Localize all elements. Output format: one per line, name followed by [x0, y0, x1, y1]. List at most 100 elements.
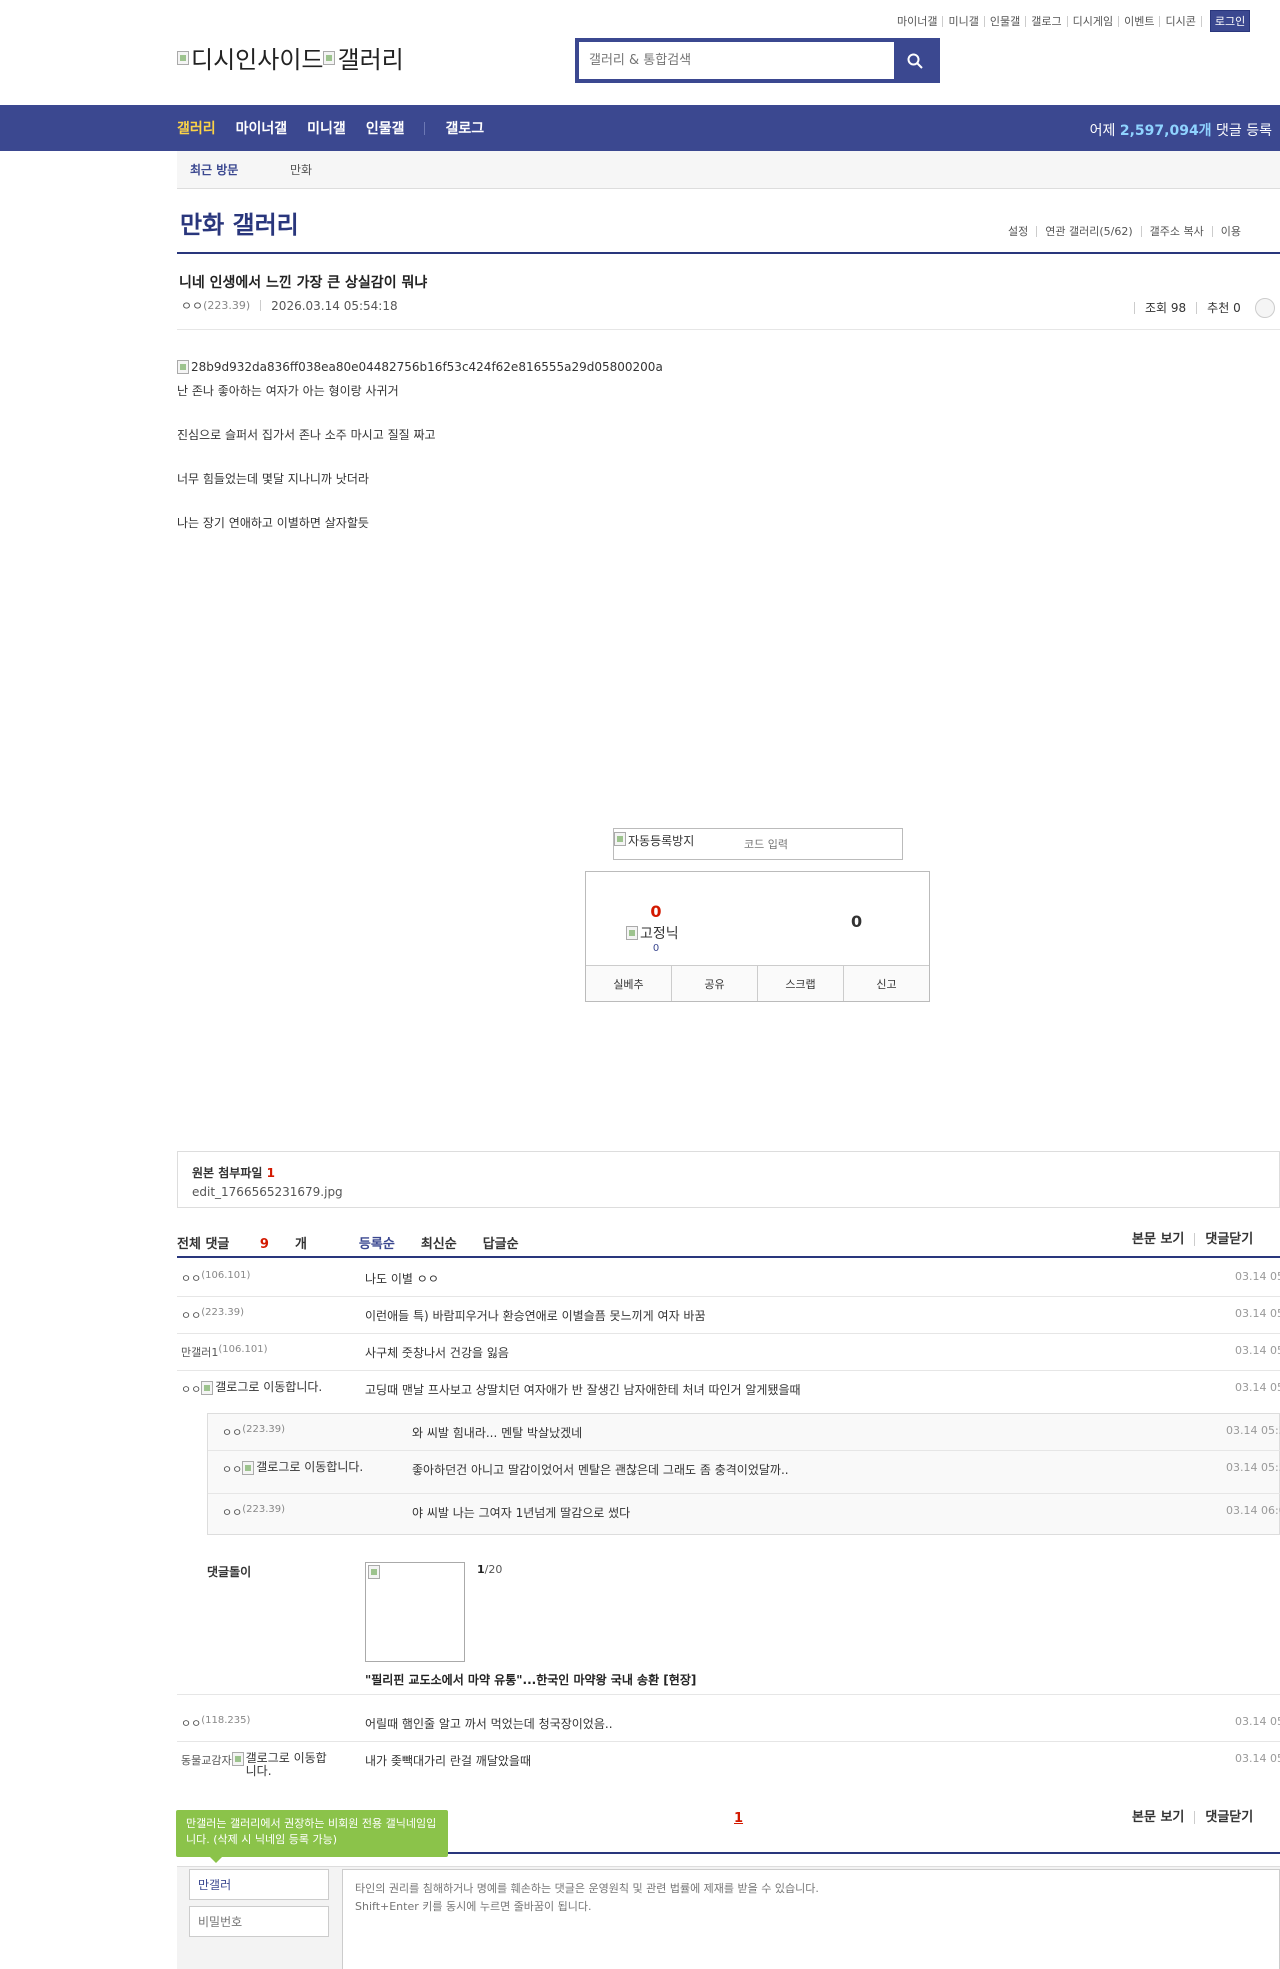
comment-dol-pager: 1/20: [477, 1563, 502, 1576]
password-input[interactable]: [189, 1906, 329, 1937]
comment-page-link[interactable]: 1: [734, 1811, 743, 1826]
reply-nick[interactable]: ㅇㅇ 갤로그로 이동합니다.: [222, 1461, 378, 1477]
recent-label[interactable]: 최근 방문: [177, 161, 290, 178]
comment-nick-name: ㅇㅇ: [181, 1717, 202, 1730]
comment-nick[interactable]: ㅇㅇ 갤로그로 이동합니다.: [181, 1381, 337, 1397]
comment-nick[interactable]: ㅇㅇ (106.101): [181, 1270, 250, 1286]
fixed-nick-count: 0: [652, 943, 660, 954]
top-links: 마이너갤 미니갤 인물갤 갤로그 디시게임 이벤트 디시콘 로그인: [892, 10, 1251, 32]
vote-box: 0 고정닉 0 0 실베추 공유 스크랩 신고: [585, 871, 930, 1002]
usage-link[interactable]: 이용: [1211, 226, 1249, 237]
comment-textarea[interactable]: [342, 1869, 1280, 1969]
view-post-button[interactable]: 본문 보기: [1122, 1811, 1194, 1824]
search-input[interactable]: [579, 42, 894, 79]
attachment-count: 1: [266, 1166, 275, 1180]
comment-dol-thumbnail[interactable]: [365, 1562, 465, 1662]
reply-text: 좋아하던건 아니고 딸감이었어서 멘탈은 괜찮은데 그래도 좀 충격이었달까..: [412, 1463, 789, 1477]
gallery-settings-link[interactable]: 설정: [1000, 226, 1036, 237]
comment-nick[interactable]: ㅇㅇ (118.235): [181, 1715, 250, 1731]
close-comments-button[interactable]: 댓글닫기: [1194, 1811, 1263, 1824]
post-datetime: 2026.03.14 05:54:18: [271, 298, 398, 313]
top-link-minor[interactable]: 마이너갤: [892, 15, 944, 27]
gallery-title[interactable]: 만화 갤러리: [180, 205, 299, 240]
captcha-input[interactable]: [744, 837, 864, 851]
count-value: 2,597,094개: [1119, 123, 1212, 139]
meta-divider: [260, 300, 262, 311]
comment-text: 어릴때 햄인줄 알고 까서 먹었는데 청국장이었음..: [365, 1717, 613, 1731]
reply-nick[interactable]: ㅇㅇ (223.39): [222, 1424, 285, 1440]
comment-date: 03.14 05: [1235, 1752, 1280, 1765]
attachment-label: 원본 첨부파일: [192, 1166, 263, 1180]
upvote-button[interactable]: 0 고정닉 0: [626, 902, 686, 954]
recent-visits: 최근 방문 만화: [177, 151, 1280, 189]
attachment-file-link[interactable]: edit_1766565231679.jpg: [192, 1185, 1265, 1199]
post-paragraph: 난 존나 좋아하는 여자가 아는 형이랑 사귀거: [177, 384, 399, 398]
reply-nick-name: ㅇㅇ: [222, 1463, 243, 1476]
downvote-count[interactable]: 0: [851, 912, 862, 931]
comment-dol-headline[interactable]: "필리핀 교도소에서 마약 유통"...한국인 마약왕 국내 송환 [현장]: [365, 1671, 696, 1688]
gnb-person[interactable]: 인물갤: [366, 118, 405, 138]
reply-row: ㅇㅇ (223.39) 와 씨발 힘내라... 멘탈 박살났겠네 03.14 05…: [208, 1414, 1280, 1451]
reply-row: ㅇㅇ 갤로그로 이동합니다. 좋아하던건 아니고 딸감이었어서 멘탈은 괜찮은데…: [208, 1451, 1280, 1494]
comment-nick[interactable]: 동물교감자 갤로그로 이동합니다.: [181, 1752, 328, 1778]
reply-nick-name: ㅇㅇ: [222, 1506, 243, 1519]
post-paragraph: 너무 힘들었는데 몇달 지나니까 낫더라: [177, 472, 369, 486]
gnb-gallog[interactable]: 갤로그: [445, 118, 484, 138]
site-logo[interactable]: 디시인사이드 갤러리: [177, 40, 404, 75]
gallog-link[interactable]: 갤로그로 이동합니다.: [231, 1752, 328, 1778]
broken-image-icon: [201, 1381, 214, 1395]
top-link-person[interactable]: 인물갤: [985, 15, 1027, 27]
top-link-gallog[interactable]: 갤로그: [1026, 15, 1068, 27]
comment-row: ㅇㅇ (118.235) 어릴때 햄인줄 알고 까서 먹었는데 청국장이었음.. …: [177, 1705, 1280, 1742]
gnb-mini[interactable]: 미니갤: [307, 118, 346, 138]
comment-nick[interactable]: 만갤러1 (106.101): [181, 1344, 268, 1360]
sort-registered[interactable]: 등록순: [359, 1233, 395, 1252]
top-link-dccon[interactable]: 디시콘: [1160, 15, 1202, 27]
login-button[interactable]: 로그인: [1209, 10, 1251, 32]
report-button[interactable]: 신고: [844, 966, 929, 1001]
reply-ip: (223.39): [242, 1504, 286, 1515]
scrap-button[interactable]: 스크랩: [758, 966, 844, 1001]
gnb-divider: [424, 121, 426, 135]
comment-nick-name: 만갤러1: [181, 1346, 219, 1359]
nickname-tooltip: 만갤러는 갤러리에서 권장하는 비회원 전용 갤닉네임입니다. (삭제 시 닉네…: [176, 1810, 448, 1863]
top-link-mini[interactable]: 미니갤: [943, 15, 985, 27]
top-link-event[interactable]: 이벤트: [1119, 15, 1161, 27]
nickname-input[interactable]: [189, 1869, 329, 1900]
reply-date: 03.14 06:0: [1226, 1504, 1280, 1517]
recent-item[interactable]: 만화: [290, 161, 312, 178]
reply-nick[interactable]: ㅇㅇ (223.39): [222, 1504, 285, 1520]
reply-date: 03.14 05:5: [1226, 1424, 1280, 1437]
sort-replies[interactable]: 답글순: [483, 1233, 519, 1252]
more-options-icon[interactable]: [1254, 298, 1275, 318]
post-paragraph: 진심으로 슬퍼서 집가서 존나 소주 마시고 질질 짜고: [177, 428, 436, 442]
post-image[interactable]: 28b9d932da836ff038ea80e04482756b16f53c42…: [177, 360, 663, 374]
post-author[interactable]: ㅇㅇ: [181, 297, 203, 314]
gnb-gallery[interactable]: 갤러리: [177, 118, 216, 138]
search-button[interactable]: [894, 42, 936, 79]
top-link-game[interactable]: 디시게임: [1068, 15, 1120, 27]
comment-dol-page: 1: [477, 1563, 485, 1576]
broken-image-icon: [368, 1565, 380, 1579]
related-gallery-link[interactable]: 연관 갤러리(5/62): [1036, 226, 1140, 237]
copy-address-link[interactable]: 갤주소 복사: [1140, 226, 1212, 237]
comment-total-count: 9: [259, 1237, 269, 1252]
gallog-link[interactable]: 갤로그로 이동합니다.: [201, 1381, 337, 1395]
comment-text: 이런애들 특) 바람피우거나 환승연애로 이별슬픔 못느끼게 여자 바꿈: [365, 1309, 706, 1323]
sort-latest[interactable]: 최신순: [421, 1233, 457, 1252]
gnb-minor[interactable]: 마이너갤: [236, 118, 288, 138]
comment-total: 전체 댓글 9 개: [177, 1233, 333, 1252]
gallog-link[interactable]: 갤로그로 이동합니다.: [242, 1461, 378, 1475]
fixed-nick-badge: 고정닉: [626, 923, 686, 943]
comment-write-box: [177, 1866, 1280, 1969]
comment-total-unit: 개: [294, 1237, 307, 1252]
comment-nick[interactable]: ㅇㅇ (223.39): [181, 1307, 244, 1323]
comments-header: 전체 댓글 9 개 등록순 최신순 답글순 본문 보기 댓글닫기: [177, 1233, 1280, 1258]
close-comments-button[interactable]: 댓글닫기: [1194, 1233, 1263, 1246]
post-recommend: 추천 0: [1196, 302, 1251, 314]
comment-nick-name: 동물교감자: [181, 1754, 232, 1767]
view-post-button[interactable]: 본문 보기: [1122, 1233, 1194, 1246]
share-button[interactable]: 공유: [672, 966, 758, 1001]
comment-nick-name: ㅇㅇ: [181, 1309, 202, 1322]
best-recommend-button[interactable]: 실베추: [586, 966, 672, 1001]
